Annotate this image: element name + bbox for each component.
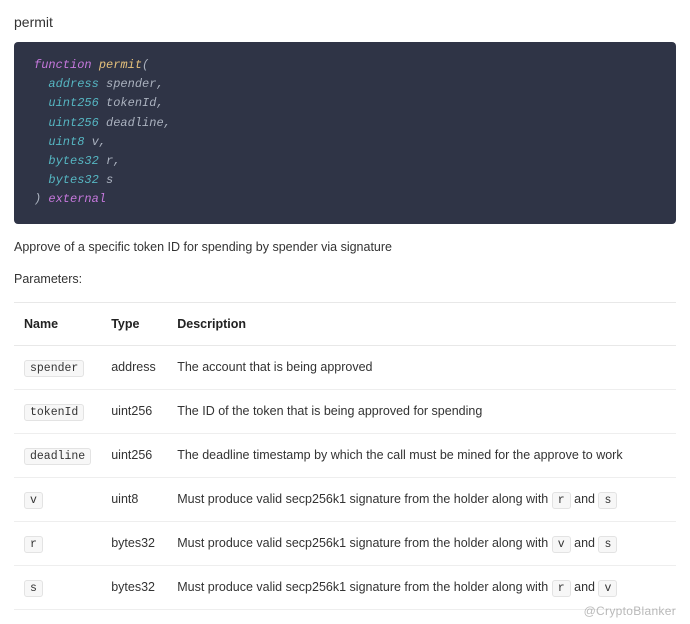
table-row: r bytes32 Must produce valid secp256k1 s… (14, 521, 676, 565)
code-line: uint256 deadline, (34, 114, 656, 133)
header-name: Name (14, 302, 101, 345)
param-name-code: tokenId (24, 404, 84, 421)
desc-text: Must produce valid secp256k1 signature f… (177, 492, 552, 506)
header-description: Description (167, 302, 676, 345)
param-desc-cell: Must produce valid secp256k1 signature f… (167, 521, 676, 565)
keyword: external (48, 192, 106, 206)
desc-text: and (571, 580, 599, 594)
param-type-cell: uint8 (101, 477, 167, 521)
inline-code: r (552, 492, 571, 509)
inline-code: r (552, 580, 571, 597)
table-header-row: Name Type Description (14, 302, 676, 345)
param-type-cell: uint256 (101, 433, 167, 477)
param: tokenId (106, 96, 156, 110)
table-row: tokenId uint256 The ID of the token that… (14, 389, 676, 433)
type: bytes32 (48, 173, 98, 187)
param-name-code: r (24, 536, 43, 553)
table-row: spender address The account that is bein… (14, 345, 676, 389)
parameters-label: Parameters: (14, 272, 676, 286)
table-row: deadline uint256 The deadline timestamp … (14, 433, 676, 477)
desc-text: and (571, 492, 599, 506)
param-desc-cell: Must produce valid secp256k1 signature f… (167, 565, 676, 609)
function-description: Approve of a specific token ID for spend… (14, 240, 676, 254)
parameters-table: Name Type Description spender address Th… (14, 302, 676, 610)
inline-code: v (552, 536, 571, 553)
param-name-code: s (24, 580, 43, 597)
param-name-code: spender (24, 360, 84, 377)
punct: , (156, 96, 163, 110)
code-line: uint256 tokenId, (34, 94, 656, 113)
param-name-cell: spender (14, 345, 101, 389)
param-type-cell: address (101, 345, 167, 389)
desc-text: Must produce valid secp256k1 signature f… (177, 580, 552, 594)
punct: , (113, 154, 120, 168)
param-desc-cell: The deadline timestamp by which the call… (167, 433, 676, 477)
punct: ) (34, 192, 41, 206)
param-name-code: v (24, 492, 43, 509)
inline-code: v (598, 580, 617, 597)
param-name-cell: s (14, 565, 101, 609)
code-line: bytes32 s (34, 171, 656, 190)
punct: ( (142, 58, 149, 72)
param-name-cell: tokenId (14, 389, 101, 433)
param-type-cell: bytes32 (101, 565, 167, 609)
param: v (92, 135, 99, 149)
param-desc-cell: Must produce valid secp256k1 signature f… (167, 477, 676, 521)
type: uint256 (48, 96, 98, 110)
param-name-code: deadline (24, 448, 91, 465)
inline-code: s (598, 492, 617, 509)
code-block: function permit( address spender, uint25… (14, 42, 676, 224)
code-line: ) external (34, 190, 656, 209)
param-type-cell: uint256 (101, 389, 167, 433)
type: bytes32 (48, 154, 98, 168)
type: uint8 (48, 135, 84, 149)
param-name-cell: r (14, 521, 101, 565)
param: spender (106, 77, 156, 91)
punct: , (164, 116, 171, 130)
table-row: s bytes32 Must produce valid secp256k1 s… (14, 565, 676, 609)
param-type-cell: bytes32 (101, 521, 167, 565)
punct: , (99, 135, 106, 149)
function-name: permit (99, 58, 142, 72)
param-name-cell: deadline (14, 433, 101, 477)
keyword: function (34, 58, 92, 72)
code-line: bytes32 r, (34, 152, 656, 171)
type: address (48, 77, 98, 91)
code-line: function permit( (34, 56, 656, 75)
param: s (106, 173, 113, 187)
param: deadline (106, 116, 164, 130)
code-line: address spender, (34, 75, 656, 94)
punct: , (156, 77, 163, 91)
param-desc-cell: The ID of the token that is being approv… (167, 389, 676, 433)
code-line: uint8 v, (34, 133, 656, 152)
table-row: v uint8 Must produce valid secp256k1 sig… (14, 477, 676, 521)
param-desc-cell: The account that is being approved (167, 345, 676, 389)
inline-code: s (598, 536, 617, 553)
param-name-cell: v (14, 477, 101, 521)
type: uint256 (48, 116, 98, 130)
header-type: Type (101, 302, 167, 345)
section-title: permit (14, 14, 676, 30)
